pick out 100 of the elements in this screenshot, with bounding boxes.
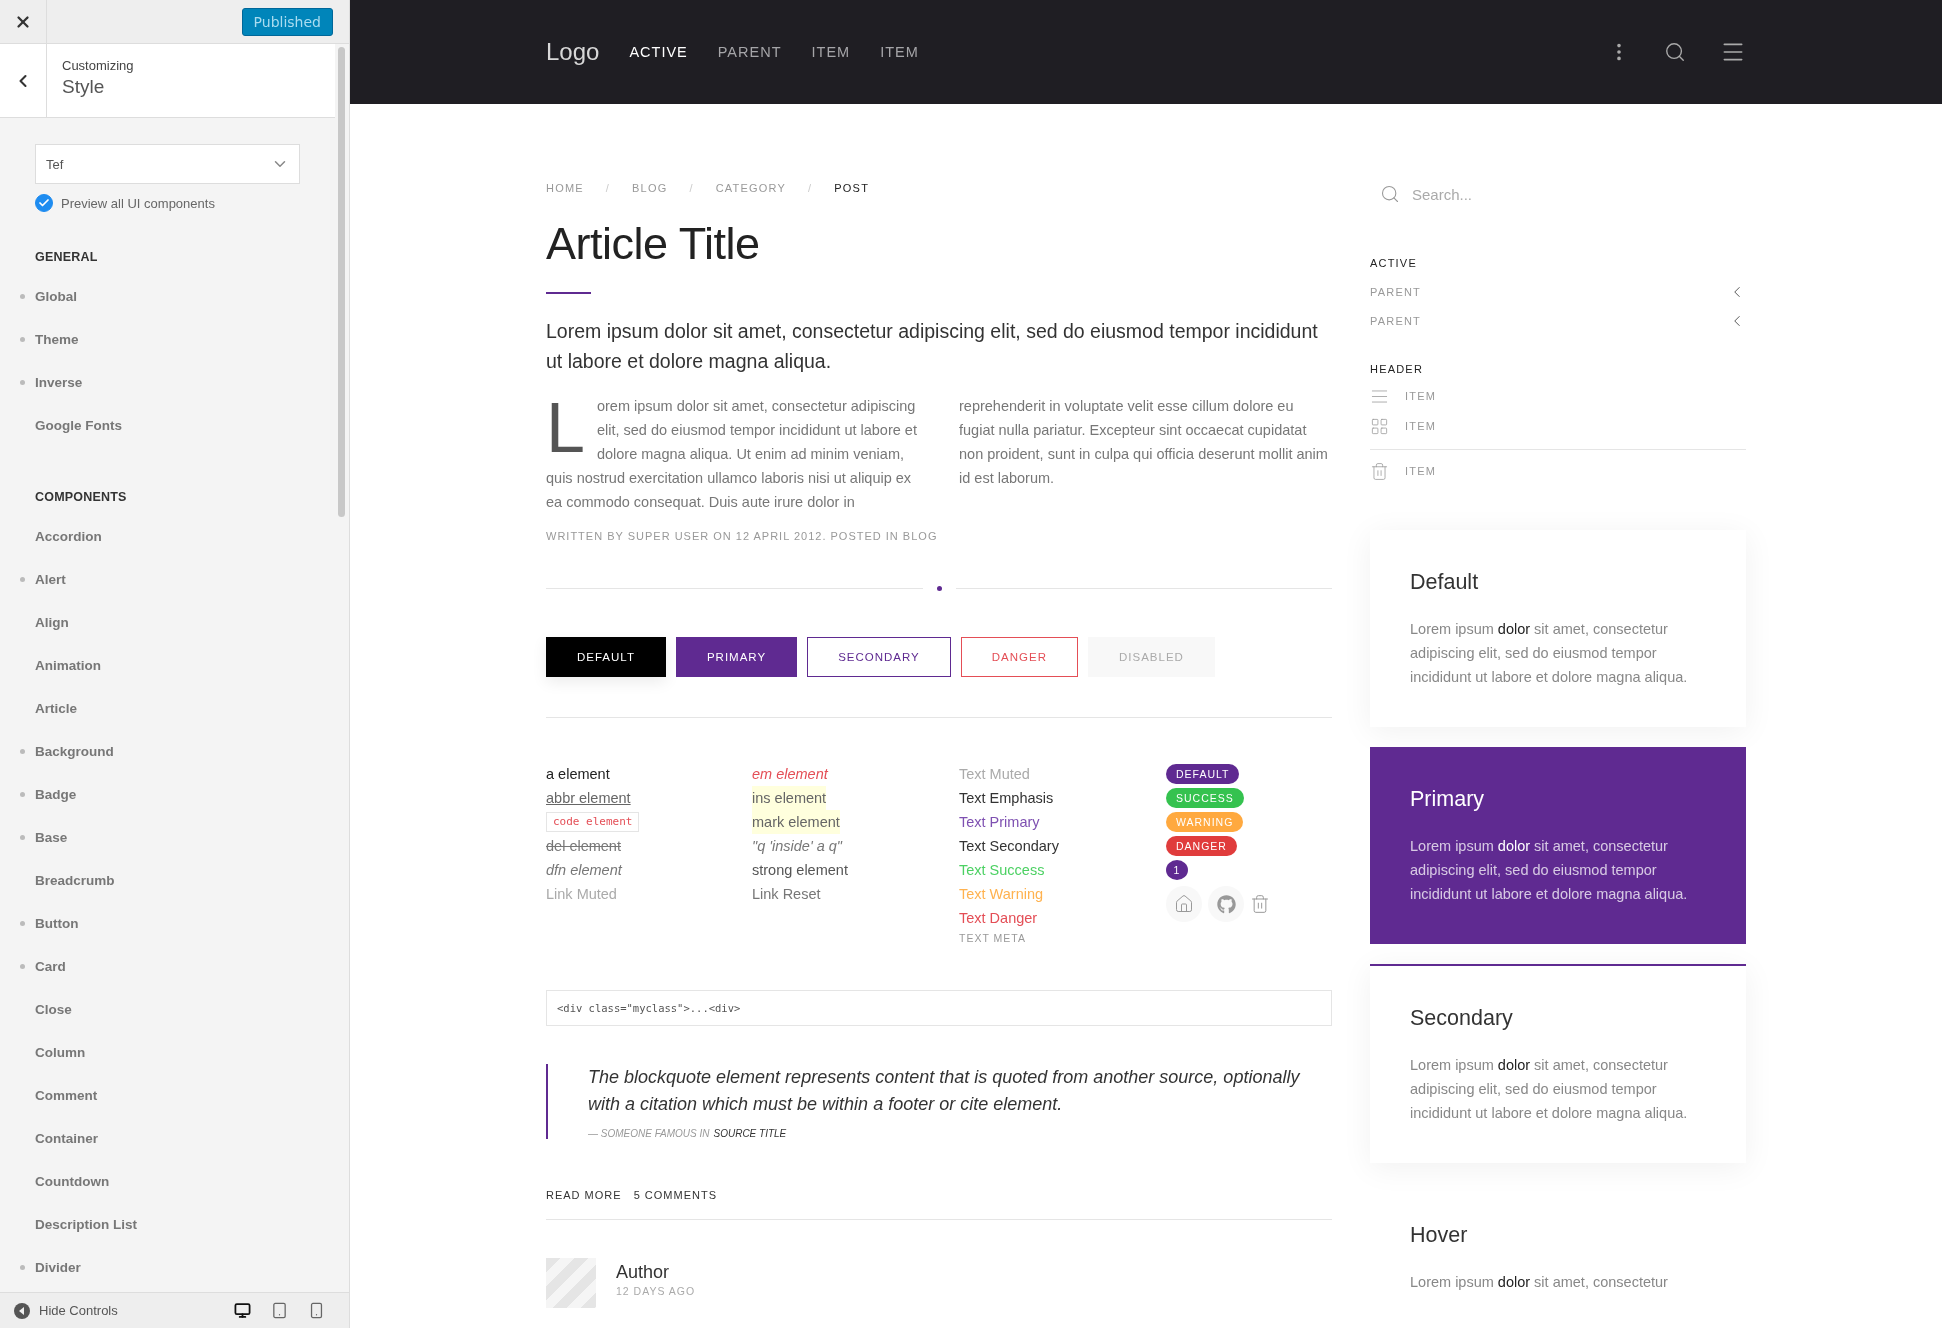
logo[interactable]: Logo — [546, 38, 600, 66]
home-icon-button[interactable] — [1166, 886, 1202, 922]
check-icon — [38, 197, 50, 209]
menu-item-label: Countdown — [35, 1174, 110, 1189]
source-link[interactable]: SOURCE TITLE — [713, 1128, 787, 1139]
quote-text: The blockquote element represents content that is quoted from another source, optionally with a citation which must be within a footer or cite element. — [588, 1066, 1301, 1116]
menu-item[interactable]: Alert — [20, 558, 335, 601]
modified-dot — [20, 964, 25, 969]
menu-item-label: Divider — [35, 1260, 81, 1275]
section-heading: GENERAL — [35, 250, 99, 264]
grid-icon — [1370, 416, 1389, 436]
modified-dot — [20, 337, 25, 342]
card-title: Primary — [1410, 787, 1486, 812]
nav-link[interactable]: PARENT — [717, 44, 782, 60]
search-icon — [1380, 184, 1400, 204]
menu-item-label: Card — [35, 959, 66, 974]
breadcrumb-separator: / — [689, 182, 694, 194]
menu-item-label: Alert — [35, 572, 66, 587]
muted-text: Text Muted — [959, 765, 1030, 784]
card-text: Lorem ipsum dolor sit amet, consectetur adipiscing elit, sed do eiusmod tempor incididunt ut labore et dolore magna aliqua. — [1410, 620, 1689, 687]
preview-checkbox[interactable] — [35, 194, 53, 212]
card-title: Secondary — [1410, 1006, 1514, 1031]
search-icon[interactable] — [1664, 41, 1686, 63]
avatar-placeholder — [546, 1258, 596, 1308]
publish-button[interactable]: Published — [241, 7, 333, 36]
comment-author: Author — [616, 1262, 671, 1283]
breadcrumb-link[interactable]: POST — [834, 182, 870, 194]
menu-item[interactable]: Badge — [20, 773, 335, 816]
link-muted-text[interactable]: Link Muted — [546, 882, 617, 906]
menu-item-label: Breadcrumb — [35, 873, 115, 888]
desktop-icon — [234, 1302, 251, 1319]
modified-dot — [20, 577, 25, 582]
sidebar-nav-item[interactable]: ITEM — [1370, 381, 1746, 411]
sidebar-nav-item[interactable]: ACTIVE — [1370, 248, 1746, 277]
modified-dot — [20, 921, 25, 926]
style-select[interactable]: Tef — [35, 144, 300, 184]
sidebar-nav-item[interactable]: ITEM — [1370, 456, 1746, 486]
menu-item[interactable]: Container — [20, 1117, 335, 1160]
primary-text: Text Primary — [959, 813, 1040, 832]
menu-item[interactable]: Divider — [20, 1246, 335, 1289]
menu-item[interactable]: Accordion — [20, 515, 335, 558]
menu-item[interactable]: Column — [20, 1031, 335, 1074]
menu-item[interactable]: Background — [20, 730, 335, 773]
emphasis-text: Text Emphasis — [959, 789, 1054, 808]
secondary-button[interactable]: SECONDARY — [807, 637, 951, 677]
menu-item[interactable]: Animation — [20, 644, 335, 687]
link-reset-text[interactable]: Link Reset — [752, 882, 821, 906]
modified-dot — [20, 380, 25, 385]
menu-item[interactable]: Global — [20, 275, 335, 318]
menu-item[interactable]: Countdown — [20, 1160, 335, 1203]
trash-icon — [1370, 461, 1389, 481]
menu-item[interactable]: Theme — [20, 318, 335, 361]
menu-item-label: Description List — [35, 1217, 137, 1232]
menu-item-label: Theme — [35, 332, 79, 347]
card-text: Lorem ipsum dolor sit amet, consectetur adipiscing elit, sed do eiusmod tempor incididunt ut labore et dolore magna aliqua. — [1410, 1056, 1689, 1123]
panel-caption: Customizing — [62, 58, 134, 73]
menu-item[interactable]: Description List — [20, 1203, 335, 1246]
danger-button[interactable]: DANGER — [960, 637, 1078, 677]
breadcrumb-link[interactable]: BLOG — [632, 182, 668, 194]
hide-controls-button[interactable]: Hide Controls — [14, 1302, 118, 1319]
menu-item-label: Google Fonts — [35, 418, 122, 433]
meta-text: TEXT META — [959, 931, 1026, 946]
code-text: code element — [546, 812, 640, 832]
scrollbar[interactable] — [338, 47, 345, 517]
menu-item[interactable]: Button — [20, 902, 335, 945]
comment-date: 12 DAYS AGO — [616, 1285, 696, 1297]
primary-button[interactable]: PRIMARY — [675, 637, 798, 677]
success-text: Text Success — [959, 861, 1045, 880]
breadcrumb-link[interactable]: CATEGORY — [715, 182, 787, 194]
breadcrumb-link[interactable]: HOME — [546, 182, 584, 194]
menu-item-label: Animation — [35, 658, 101, 673]
nav-header: HEADER — [1370, 362, 1425, 377]
menu-item[interactable]: Breadcrumb — [20, 859, 335, 902]
nav-link[interactable]: ITEM — [811, 44, 851, 60]
article-link[interactable]: READ MORE — [546, 1189, 622, 1201]
sidebar-nav-item[interactable]: ITEM — [1370, 411, 1746, 441]
menu-item-label: Background — [35, 744, 114, 759]
mark-text: mark element — [752, 810, 840, 834]
menu-item[interactable]: Card — [20, 945, 335, 988]
link-text[interactable]: a element — [546, 762, 610, 786]
quote-attribution: — SOMEONE FAMOUS IN — [588, 1128, 710, 1139]
status-label: DEFAULT — [1166, 764, 1240, 784]
menu-item[interactable]: Google Fonts — [20, 404, 335, 447]
lead-paragraph: Lorem ipsum dolor sit amet, consectetur adipiscing elit, sed do eiusmod tempor incididunt ut labore et dolore magna aliqua. — [546, 319, 1319, 374]
menu-item[interactable]: Inverse — [20, 361, 335, 404]
article-link[interactable]: 5 COMMENTS — [633, 1189, 717, 1201]
nav-link[interactable]: ACTIVE — [629, 44, 688, 60]
sidebar-nav-item[interactable]: PARENT — [1370, 277, 1746, 306]
tablet-icon — [271, 1302, 288, 1319]
menu-item[interactable]: Close — [20, 988, 335, 1031]
em-text: em element — [752, 765, 828, 784]
menu-item[interactable]: Align — [20, 601, 335, 644]
card-title: Default — [1410, 570, 1480, 595]
menu-item[interactable]: Article — [20, 687, 335, 730]
github-icon-button[interactable] — [1208, 886, 1244, 922]
default-button[interactable]: DEFAULT — [546, 637, 666, 677]
menu-item[interactable]: Comment — [20, 1074, 335, 1117]
menu-item[interactable]: Base — [20, 816, 335, 859]
sidebar-nav-item[interactable]: PARENT — [1370, 306, 1746, 335]
nav-link[interactable]: ITEM — [880, 44, 919, 60]
